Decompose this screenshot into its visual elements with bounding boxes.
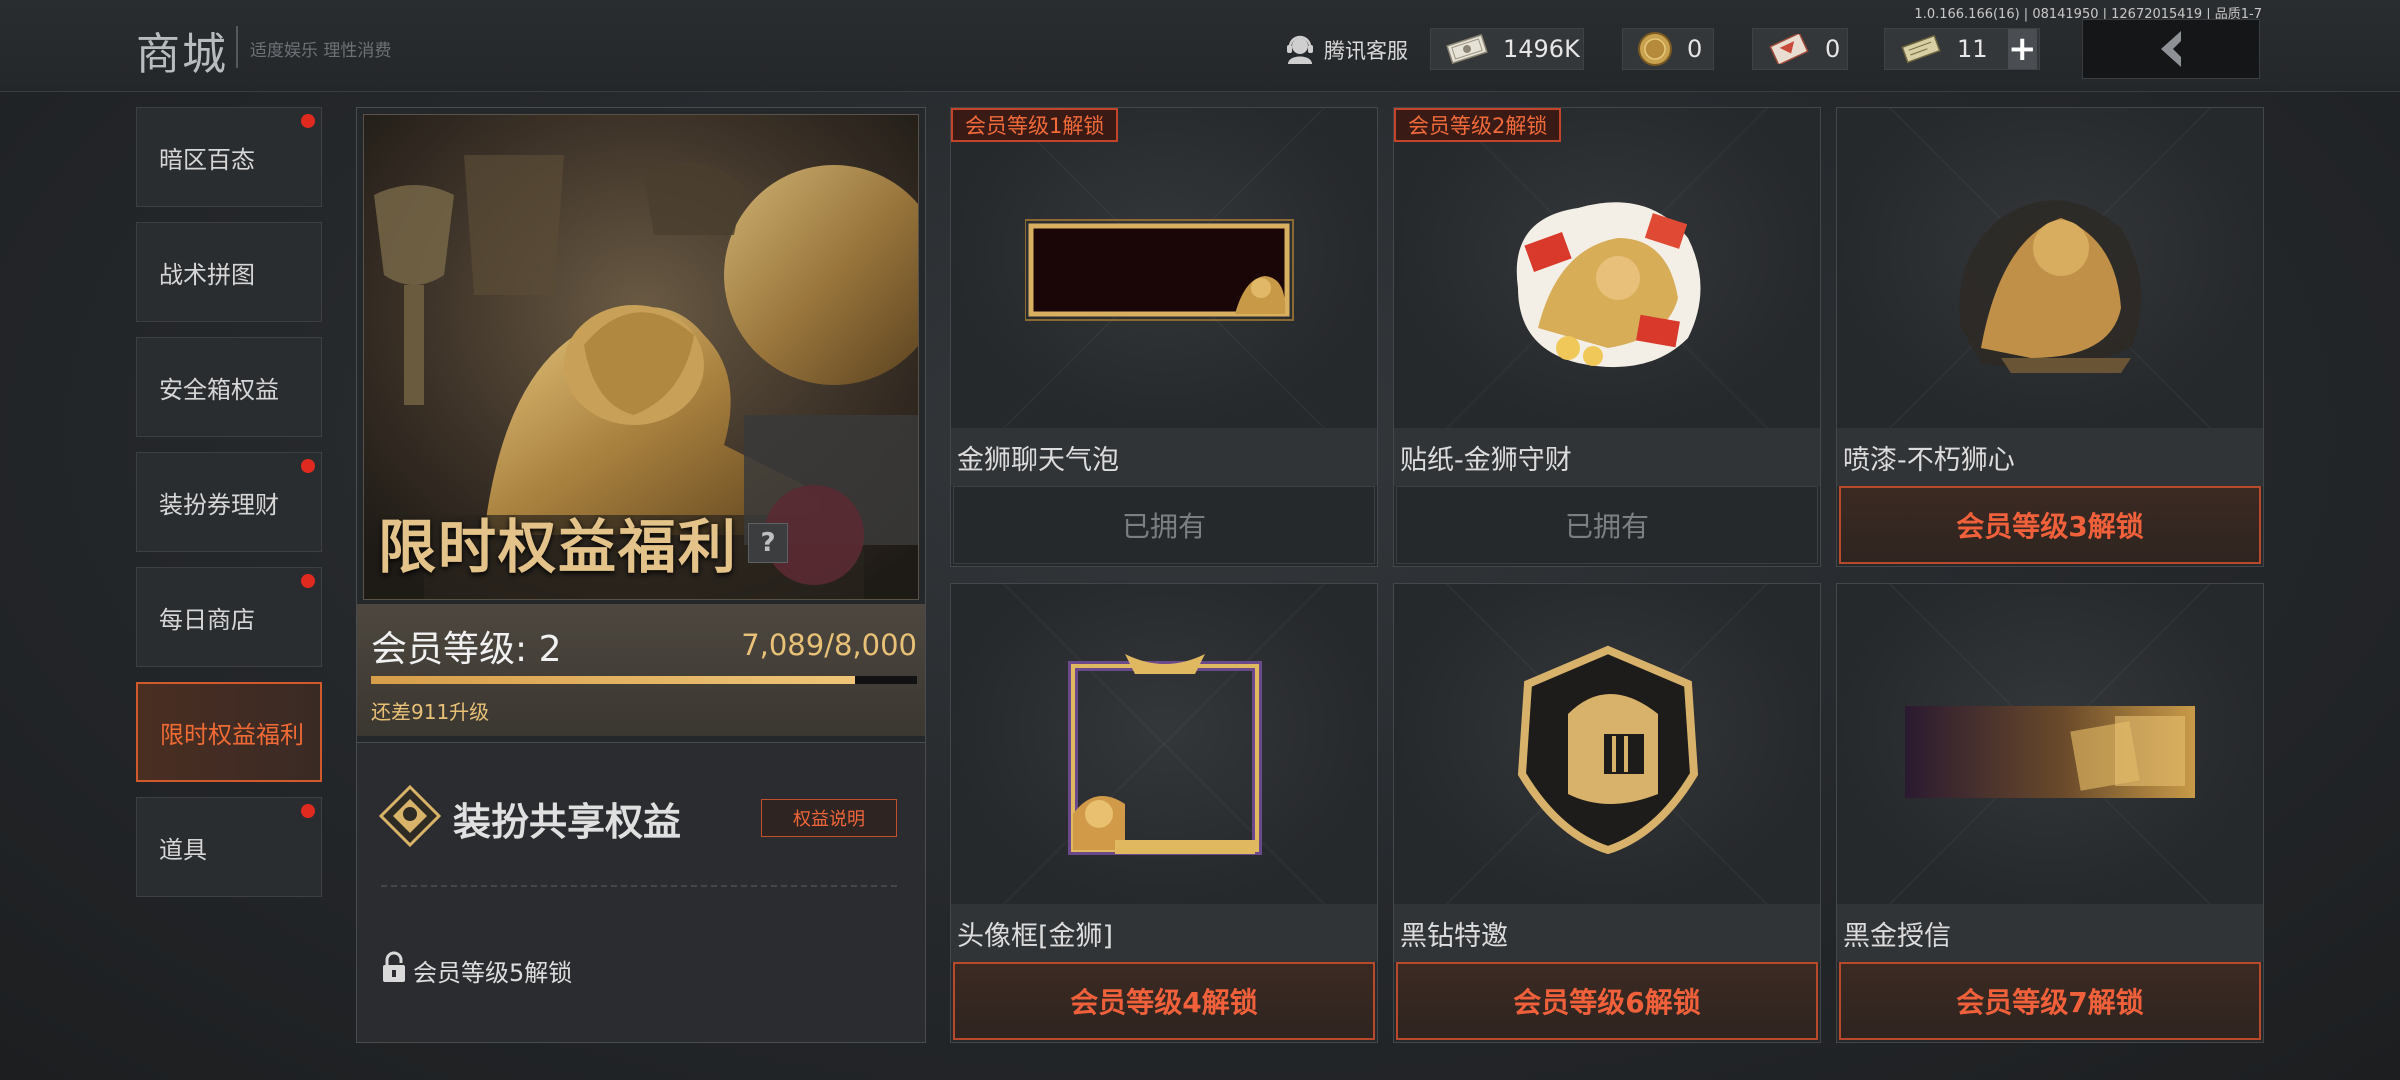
title-divider	[236, 26, 238, 68]
card-image-area	[1394, 108, 1820, 428]
black-gold-credit-card-image	[1905, 706, 2195, 798]
benefits-info-button[interactable]: 权益说明	[761, 799, 897, 837]
currency-cash: 1496K	[1430, 28, 1584, 70]
membership-level: 会员等级: 2 7,089/8,000 还差911升级	[357, 604, 925, 736]
sidebar-item-label: 限时权益福利	[160, 720, 304, 749]
owned-status-button[interactable]: 已拥有	[953, 486, 1375, 564]
membership-level-label: 会员等级: 2	[371, 629, 562, 670]
sidebar-item-limited-benefits[interactable]: 限时权益福利	[136, 682, 322, 782]
customer-service-label: 腾讯客服	[1324, 39, 1408, 63]
notification-dot	[301, 804, 315, 818]
notification-dot	[301, 574, 315, 588]
shared-unlock-requirement: 会员等级5解锁	[413, 959, 573, 987]
headset-icon	[1287, 35, 1313, 64]
reward-card[interactable]: 会员等级2解锁 贴纸-金狮守财 已拥有	[1393, 107, 1821, 567]
ticket-value: 0	[1825, 35, 1841, 63]
sidebar-item-label: 装扮券理财	[159, 490, 279, 519]
reward-card[interactable]: 喷漆-不朽狮心 会员等级3解锁	[1836, 107, 2264, 567]
card-name: 黑钻特邀	[1400, 921, 1508, 952]
lock-icon	[383, 951, 405, 982]
exp-progress-fill	[371, 676, 855, 684]
unlock-level-button[interactable]: 会员等级3解锁	[1839, 486, 2261, 564]
golden-lion-avatar-frame-image	[1068, 654, 1262, 855]
page-subtitle: 适度娱乐 理性消费	[250, 41, 392, 61]
hero-title: 限时权益福利	[378, 513, 739, 581]
help-button[interactable]: ?	[748, 523, 788, 563]
page-title: 商城	[136, 29, 228, 80]
customer-service-button[interactable]: 腾讯客服	[1284, 30, 1408, 70]
card-image-area	[951, 584, 1377, 904]
sidebar-item-darkzone[interactable]: 暗区百态	[136, 107, 322, 207]
unlock-level-button[interactable]: 会员等级6解锁	[1396, 962, 1818, 1040]
reward-card[interactable]: 会员等级1解锁 金狮聊天气泡 已拥有	[950, 107, 1378, 567]
divider	[381, 885, 897, 887]
immortal-lion-spray-image	[1959, 200, 2142, 373]
ticket-icon	[1767, 34, 1811, 64]
sidebar-item-label: 暗区百态	[159, 145, 255, 174]
card-image-area	[1837, 584, 2263, 904]
sidebar-item-label: 安全箱权益	[159, 375, 279, 404]
benefits-panel: 限时权益福利 ? 会员等级: 2 7,089/8,000 还差911升级 装扮共…	[356, 107, 926, 1043]
card-image-area	[951, 108, 1377, 428]
notification-dot	[301, 114, 315, 128]
exp-remaining: 还差911升级	[371, 700, 490, 724]
sidebar-item-props[interactable]: 道具	[136, 797, 322, 897]
cash-value: 1496K	[1503, 35, 1580, 63]
currency-coin: 0	[1622, 28, 1714, 70]
sidebar-item-safebox[interactable]: 安全箱权益	[136, 337, 322, 437]
back-button[interactable]	[2082, 19, 2260, 79]
golden-lion-sticker-image	[1516, 202, 1701, 368]
hero-banner: 限时权益福利 ?	[363, 114, 919, 600]
card-name: 金狮聊天气泡	[957, 445, 1119, 476]
unlock-level-button[interactable]: 会员等级4解锁	[953, 962, 1375, 1040]
card-name: 头像框[金狮]	[957, 921, 1114, 952]
reward-card[interactable]: 头像框[金狮] 会员等级4解锁	[950, 583, 1378, 1043]
membership-exp: 7,089/8,000	[741, 628, 917, 662]
shared-benefits-title: 装扮共享权益	[453, 800, 682, 844]
unlock-ribbon: 会员等级1解锁	[951, 108, 1119, 142]
chat-bubble-frame-image	[1025, 219, 1294, 321]
exp-progress-bar	[371, 676, 917, 684]
sidebar-item-label: 道具	[159, 835, 207, 864]
cash-icon	[1445, 34, 1489, 64]
voucher-value: 11	[1957, 35, 1988, 63]
reward-card[interactable]: 黑钻特邀 会员等级6解锁	[1393, 583, 1821, 1043]
card-name: 喷漆-不朽狮心	[1843, 445, 2015, 476]
currency-ticket: 0	[1752, 28, 1848, 70]
unlock-level-button[interactable]: 会员等级7解锁	[1839, 962, 2261, 1040]
currency-voucher: 11 +	[1884, 28, 2040, 70]
sidebar-item-voucher-finance[interactable]: 装扮券理财	[136, 452, 322, 552]
add-currency-button[interactable]: +	[2007, 29, 2037, 69]
reward-card[interactable]: 黑金授信 会员等级7解锁	[1836, 583, 2264, 1043]
coin-icon	[1637, 32, 1673, 66]
shared-benefits: 装扮共享权益 权益说明 会员等级5解锁	[357, 742, 925, 1042]
coin-value: 0	[1687, 35, 1703, 63]
sidebar-item-label: 每日商店	[159, 605, 255, 634]
top-bar: 商城 适度娱乐 理性消费 1.0.166.166(16) | 08141950 …	[0, 0, 2400, 92]
owned-status-button[interactable]: 已拥有	[1396, 486, 1818, 564]
card-image-area	[1837, 108, 2263, 428]
card-name: 贴纸-金狮守财	[1400, 445, 1572, 476]
card-name: 黑金授信	[1843, 921, 1951, 952]
sidebar-item-label: 战术拼图	[159, 260, 255, 289]
card-image-area	[1394, 584, 1820, 904]
sidebar-item-tactical-puzzle[interactable]: 战术拼图	[136, 222, 322, 322]
lion-emblem-icon	[378, 784, 442, 848]
unlock-ribbon: 会员等级2解锁	[1394, 108, 1562, 142]
voucher-icon	[1899, 34, 1943, 64]
sidebar-item-daily-shop[interactable]: 每日商店	[136, 567, 322, 667]
spartan-helmet-emblem-image	[1517, 645, 1699, 854]
chevron-left-icon	[2161, 31, 2181, 67]
notification-dot	[301, 459, 315, 473]
